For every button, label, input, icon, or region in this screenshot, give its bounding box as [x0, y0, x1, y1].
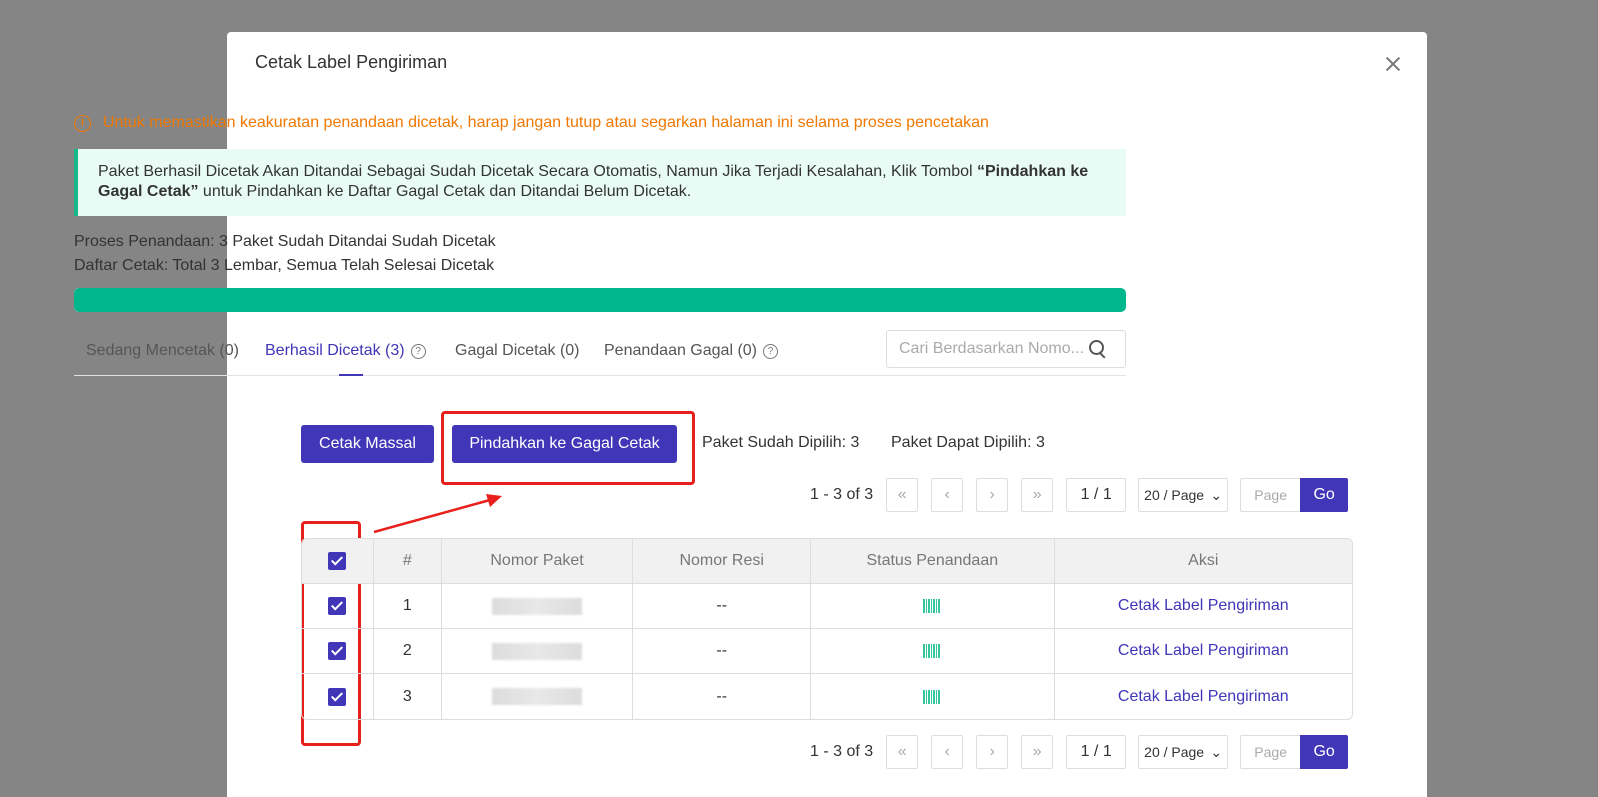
- last-page-icon[interactable]: »: [1021, 478, 1054, 512]
- column-header: Status Penandaan: [811, 539, 1055, 583]
- barcode-icon: [923, 599, 942, 613]
- warning-message: ! Untuk memastikan keakuratan penandaan …: [74, 114, 989, 132]
- warning-icon: !: [74, 114, 91, 132]
- column-header: Nomor Resi: [633, 539, 812, 583]
- pagination-bottom: 1 - 3 of 3 « ‹ › » 1 / 1 20 / Page ⌄ Page…: [810, 735, 1349, 769]
- search-input[interactable]: [887, 340, 1087, 358]
- first-page-icon[interactable]: «: [886, 478, 919, 512]
- package-number: [442, 629, 634, 673]
- active-tab-indicator: [339, 374, 363, 376]
- column-header: Nomor Paket: [442, 539, 634, 583]
- warning-text: Untuk memastikan keakuratan penandaan di…: [103, 114, 989, 131]
- page-indicator: 1 / 1: [1066, 478, 1127, 512]
- tab-print-failed[interactable]: Gagal Dicetak (0): [455, 342, 580, 360]
- tab-label: Berhasil Dicetak (3): [265, 342, 405, 359]
- row-checkbox[interactable]: [328, 687, 347, 706]
- marking-status: [811, 584, 1055, 628]
- tab-printing[interactable]: Sedang Mencetak (0): [86, 342, 239, 360]
- first-page-icon[interactable]: «: [886, 735, 919, 769]
- tab-bar: Sedang Mencetak (0) Berhasil Dicetak (3)…: [74, 330, 1126, 376]
- table-row: 1 -- Cetak Label Pengiriman: [302, 584, 1352, 629]
- table-row: 3 -- Cetak Label Pengiriman: [302, 674, 1352, 719]
- status-summary: Proses Penandaan: 3 Paket Sudah Ditandai…: [74, 230, 496, 278]
- info-text-end: untuk Pindahkan ke Daftar Gagal Cetak da…: [198, 183, 692, 200]
- progress-fill: [74, 288, 1126, 312]
- action-cell: Cetak Label Pengiriman: [1055, 584, 1352, 628]
- row-number: 1: [374, 584, 442, 628]
- tab-marking-failed[interactable]: Penandaan Gagal (0) ?: [604, 342, 778, 360]
- search-box: [886, 330, 1126, 368]
- page-jump-input[interactable]: Page: [1240, 478, 1301, 512]
- column-header: #: [374, 539, 442, 583]
- marking-status: Proses Penandaan: 3 Paket Sudah Ditandai…: [74, 233, 496, 250]
- row-checkbox[interactable]: [328, 597, 347, 615]
- page-jump-input[interactable]: Page: [1240, 735, 1301, 769]
- column-header: Aksi: [1188, 552, 1219, 569]
- page-size-select[interactable]: 20 / Page ⌄: [1138, 735, 1229, 769]
- row-select-cell: [302, 674, 374, 719]
- tracking-number: --: [633, 674, 812, 719]
- next-page-icon[interactable]: ›: [976, 478, 1009, 512]
- chevron-down-icon: ⌄: [1210, 486, 1223, 503]
- print-label-link[interactable]: Cetak Label Pengiriman: [1118, 642, 1289, 660]
- page-indicator: 1 / 1: [1066, 735, 1127, 769]
- pagination-top: 1 - 3 of 3 « ‹ › » 1 / 1 20 / Page ⌄ Page…: [810, 478, 1349, 512]
- action-cell: Cetak Label Pengiriman: [1055, 629, 1352, 673]
- pagination-range: 1 - 3 of 3: [810, 743, 874, 760]
- modal-title: Cetak Label Pengiriman: [255, 52, 448, 72]
- row-checkbox[interactable]: [328, 642, 347, 660]
- package-number: [442, 674, 634, 719]
- row-select-cell: [302, 584, 374, 628]
- page-size-select[interactable]: 20 / Page ⌄: [1138, 478, 1229, 512]
- help-icon[interactable]: ?: [763, 343, 778, 359]
- go-button[interactable]: Go: [1300, 478, 1349, 512]
- redacted-value: [492, 597, 583, 615]
- marking-status: [811, 629, 1055, 673]
- info-box: Paket Berhasil Dicetak Akan Ditandai Seb…: [74, 149, 1126, 216]
- marking-status: [811, 674, 1055, 719]
- page-size-value: 20 / Page: [1144, 487, 1205, 503]
- prev-page-icon[interactable]: ‹: [931, 478, 964, 512]
- search-icon[interactable]: [1087, 338, 1109, 360]
- print-label-link[interactable]: Cetak Label Pengiriman: [1118, 688, 1289, 706]
- table-row: 2 -- Cetak Label Pengiriman: [302, 629, 1352, 674]
- barcode-icon: [923, 644, 942, 658]
- next-page-icon[interactable]: ›: [976, 735, 1009, 769]
- annotation-arrow: [373, 494, 502, 534]
- close-icon[interactable]: [1381, 52, 1405, 76]
- print-status: Daftar Cetak: Total 3 Lembar, Semua Tela…: [74, 257, 495, 274]
- table-header-row: # Nomor Paket Nomor Resi Status Penandaa…: [302, 539, 1352, 584]
- print-label-link[interactable]: Cetak Label Pengiriman: [1118, 597, 1289, 615]
- redacted-value: [492, 688, 583, 705]
- info-text: Paket Berhasil Dicetak Akan Ditandai Seb…: [98, 163, 977, 180]
- row-select-cell: [302, 629, 374, 673]
- selectable-count: Paket Dapat Dipilih: 3: [891, 434, 1045, 451]
- row-number: 3: [374, 674, 442, 719]
- tracking-number: --: [633, 629, 812, 673]
- annotation-highlight-button: [441, 411, 695, 485]
- chevron-down-icon: ⌄: [1210, 743, 1223, 760]
- redacted-value: [492, 642, 583, 660]
- progress-bar: [74, 288, 1126, 312]
- pagination-range: 1 - 3 of 3: [810, 486, 874, 503]
- go-button[interactable]: Go: [1300, 735, 1349, 769]
- barcode-icon: [923, 689, 942, 704]
- action-cell: Cetak Label Pengiriman: [1055, 674, 1352, 719]
- select-all-cell: [302, 539, 374, 583]
- selected-count: Paket Sudah Dipilih: 3: [702, 434, 860, 451]
- package-table: # Nomor Paket Nomor Resi Status Penandaa…: [301, 538, 1353, 720]
- tab-printed-success[interactable]: Berhasil Dicetak (3) ?: [265, 342, 426, 360]
- tracking-number: --: [633, 584, 812, 628]
- tab-label: Sedang Mencetak (0): [86, 342, 239, 359]
- last-page-icon[interactable]: »: [1021, 735, 1054, 769]
- tab-label: Penandaan Gagal (0): [604, 342, 757, 359]
- row-number: 2: [374, 629, 442, 673]
- select-all-checkbox[interactable]: [328, 552, 347, 570]
- prev-page-icon[interactable]: ‹: [931, 735, 964, 769]
- help-icon[interactable]: ?: [410, 343, 426, 359]
- package-number: [442, 584, 634, 628]
- tab-label: Gagal Dicetak (0): [455, 342, 580, 359]
- bulk-print-button[interactable]: Cetak Massal: [301, 425, 434, 463]
- page-size-value: 20 / Page: [1144, 744, 1205, 760]
